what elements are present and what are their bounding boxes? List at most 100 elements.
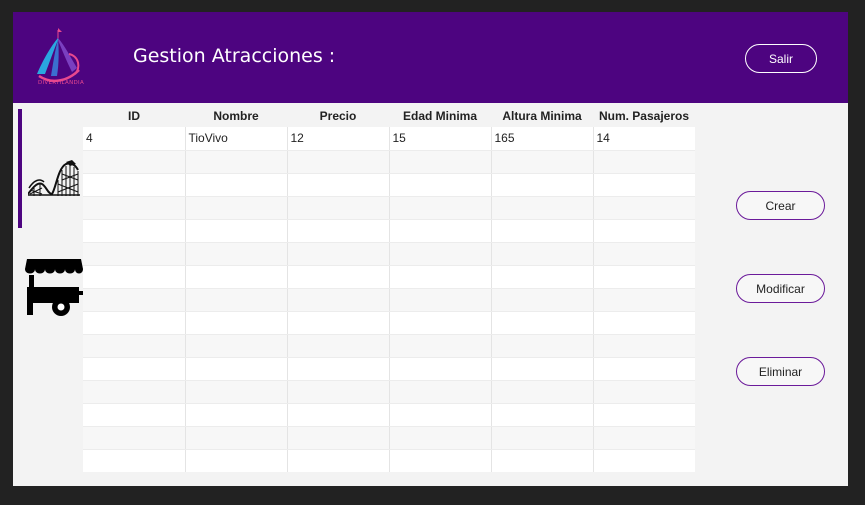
- table-cell[interactable]: [287, 426, 390, 450]
- table-cell[interactable]: [185, 265, 288, 289]
- table-cell[interactable]: [593, 242, 695, 266]
- table-cell[interactable]: [593, 334, 695, 358]
- table-cell[interactable]: [83, 196, 186, 220]
- table-cell[interactable]: [593, 173, 695, 197]
- table-cell[interactable]: [491, 334, 594, 358]
- table-cell[interactable]: [389, 196, 492, 220]
- table-row[interactable]: 4 TioVivo 12 15 165 14: [83, 127, 695, 151]
- table-cell[interactable]: [491, 150, 594, 174]
- table-cell[interactable]: [389, 219, 492, 243]
- table-cell[interactable]: [491, 219, 594, 243]
- table-cell[interactable]: [83, 380, 186, 404]
- table-cell[interactable]: [491, 403, 594, 427]
- table-cell[interactable]: [491, 265, 594, 289]
- table-cell[interactable]: [185, 426, 288, 450]
- table-cell[interactable]: [389, 311, 492, 335]
- table-cell[interactable]: [83, 426, 186, 450]
- table-cell[interactable]: [491, 426, 594, 450]
- table-cell[interactable]: [185, 449, 288, 472]
- table-cell[interactable]: [185, 311, 288, 335]
- table-cell[interactable]: [593, 449, 695, 472]
- table-cell[interactable]: [185, 357, 288, 381]
- table-cell[interactable]: [83, 403, 186, 427]
- table-cell[interactable]: [83, 449, 186, 472]
- table-cell[interactable]: [287, 150, 390, 174]
- table-cell[interactable]: [491, 357, 594, 381]
- table-cell[interactable]: 4: [83, 127, 186, 151]
- table-cell[interactable]: [185, 403, 288, 427]
- table-cell[interactable]: [185, 173, 288, 197]
- table-cell[interactable]: [287, 196, 390, 220]
- table-cell[interactable]: [287, 173, 390, 197]
- table-row[interactable]: [83, 219, 695, 243]
- table-cell[interactable]: 15: [389, 127, 492, 151]
- column-header[interactable]: Nombre: [185, 105, 287, 127]
- table-cell[interactable]: [389, 357, 492, 381]
- table-cell[interactable]: [83, 265, 186, 289]
- table-cell[interactable]: [185, 242, 288, 266]
- eliminar-button[interactable]: Eliminar: [736, 357, 825, 386]
- table-cell[interactable]: [185, 196, 288, 220]
- table-cell[interactable]: [491, 196, 594, 220]
- table-cell[interactable]: [491, 173, 594, 197]
- table-cell[interactable]: [389, 288, 492, 312]
- table-cell[interactable]: [491, 311, 594, 335]
- roller-coaster-icon[interactable]: [28, 158, 80, 196]
- table-cell[interactable]: [593, 219, 695, 243]
- table-cell[interactable]: 14: [593, 127, 695, 151]
- table-cell[interactable]: [287, 357, 390, 381]
- table-cell[interactable]: [389, 150, 492, 174]
- table-cell[interactable]: [593, 380, 695, 404]
- table-row[interactable]: [83, 426, 695, 450]
- table-row[interactable]: [83, 380, 695, 404]
- table-row[interactable]: [83, 311, 695, 335]
- modificar-button[interactable]: Modificar: [736, 274, 825, 303]
- table-cell[interactable]: [389, 449, 492, 472]
- table-row[interactable]: [83, 403, 695, 427]
- table-cell[interactable]: [593, 403, 695, 427]
- table-cell[interactable]: [83, 357, 186, 381]
- table-cell[interactable]: [593, 288, 695, 312]
- table-cell[interactable]: 12: [287, 127, 390, 151]
- table-cell[interactable]: [83, 311, 186, 335]
- table-cell[interactable]: [593, 311, 695, 335]
- column-header[interactable]: Num. Pasajeros: [593, 105, 695, 127]
- table-cell[interactable]: [83, 219, 186, 243]
- table-cell[interactable]: [287, 219, 390, 243]
- table-cell[interactable]: [593, 196, 695, 220]
- table-cell[interactable]: [83, 173, 186, 197]
- table-row[interactable]: [83, 265, 695, 289]
- table-cell[interactable]: [389, 403, 492, 427]
- table-row[interactable]: [83, 449, 695, 472]
- table-row[interactable]: [83, 150, 695, 174]
- table-cell[interactable]: [287, 265, 390, 289]
- table-cell[interactable]: [287, 380, 390, 404]
- table-cell[interactable]: [593, 426, 695, 450]
- table-cell[interactable]: [287, 242, 390, 266]
- table-cell[interactable]: [83, 150, 186, 174]
- table-cell[interactable]: [185, 219, 288, 243]
- table-cell[interactable]: [389, 426, 492, 450]
- table-cell[interactable]: [287, 311, 390, 335]
- salir-button[interactable]: Salir: [745, 44, 817, 73]
- table-row[interactable]: [83, 334, 695, 358]
- table-cell[interactable]: [389, 334, 492, 358]
- table-cell[interactable]: [287, 449, 390, 472]
- table-cell[interactable]: [491, 449, 594, 472]
- table-cell[interactable]: [389, 380, 492, 404]
- table-cell[interactable]: [185, 150, 288, 174]
- table-cell[interactable]: [593, 150, 695, 174]
- table-cell[interactable]: [491, 380, 594, 404]
- table-row[interactable]: [83, 173, 695, 197]
- table-cell[interactable]: [287, 288, 390, 312]
- table-cell[interactable]: [185, 380, 288, 404]
- table-cell[interactable]: [287, 334, 390, 358]
- table-row[interactable]: [83, 242, 695, 266]
- table-cell[interactable]: [83, 334, 186, 358]
- table-cell[interactable]: [389, 265, 492, 289]
- table-cell[interactable]: [389, 173, 492, 197]
- crear-button[interactable]: Crear: [736, 191, 825, 220]
- column-header[interactable]: Edad Minima: [389, 105, 491, 127]
- column-header[interactable]: Altura Minima: [491, 105, 593, 127]
- table-cell[interactable]: [185, 288, 288, 312]
